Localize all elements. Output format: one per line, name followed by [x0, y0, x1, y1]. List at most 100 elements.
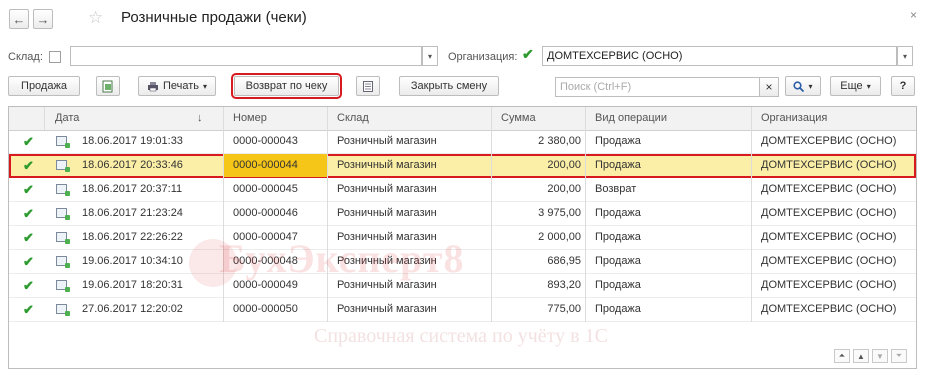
posted-check-icon: ✔ — [23, 230, 34, 245]
cell-date: 18.06.2017 20:37:11 — [82, 183, 183, 195]
table-row[interactable]: ✔ 18.06.2017 21:23:24 0000-000046 Розничный… — [9, 202, 916, 226]
receipts-table[interactable]: Дата ↓ Номер Склад Сумма Вид операции Ор… — [8, 106, 917, 369]
receipt-document-icon — [56, 208, 70, 220]
cell-sum: 200,00 — [547, 159, 581, 171]
search-input[interactable]: Поиск (Ctrl+F) — [555, 77, 761, 97]
cell-date: 18.06.2017 21:23:24 — [82, 207, 183, 219]
receipt-document-icon — [56, 280, 70, 292]
posted-check-icon: ✔ — [23, 158, 34, 173]
copy-document-icon — [102, 80, 113, 92]
sale-button[interactable]: Продажа — [8, 76, 80, 96]
back-button[interactable]: ← — [9, 9, 29, 29]
column-header-date[interactable]: Дата — [55, 107, 79, 130]
org-checkbox[interactable]: ✔ — [522, 47, 536, 61]
close-shift-button[interactable]: Закрыть смену — [399, 76, 499, 96]
column-divider — [751, 130, 752, 322]
cell-date: 18.06.2017 20:33:46 — [82, 159, 183, 171]
scroll-bottom-icon: ⏷ — [895, 351, 903, 360]
cell-date: 18.06.2017 19:01:33 — [82, 135, 183, 147]
receipt-document-icon — [56, 304, 70, 316]
warehouse-field[interactable] — [70, 46, 422, 66]
column-divider — [327, 130, 328, 322]
close-shift-label: Закрыть смену — [410, 80, 488, 92]
cell-organization: ДОМТЕХСЕРВИС (ОСНО) — [761, 255, 897, 267]
cell-operation: Продажа — [595, 279, 641, 291]
column-divider — [223, 130, 224, 322]
cell-organization: ДОМТЕХСЕРВИС (ОСНО) — [761, 231, 897, 243]
scroll-last-button[interactable]: ⏷ — [891, 349, 907, 363]
scroll-first-button[interactable]: ⏶ — [834, 349, 850, 363]
cell-number: 0000-000049 — [233, 279, 298, 291]
copy-button[interactable] — [96, 76, 120, 96]
chevron-down-icon: ▾ — [427, 51, 432, 61]
cell-organization: ДОМТЕХСЕРВИС (ОСНО) — [761, 135, 897, 147]
printer-icon — [147, 81, 158, 91]
cell-warehouse: Розничный магазин — [337, 159, 437, 171]
warehouse-dropdown-button[interactable]: ▾ — [422, 46, 438, 66]
close-icon[interactable]: × — [910, 8, 917, 22]
table-row[interactable]: ✔ 18.06.2017 22:26:22 0000-000047 Розничный… — [9, 226, 916, 250]
print-button-label: Печать — [162, 80, 200, 92]
cell-operation: Продажа — [595, 159, 641, 171]
receipt-document-icon — [56, 232, 70, 244]
table-row[interactable]: ✔ 18.06.2017 20:33:46 0000-000044 Розничный… — [9, 154, 916, 178]
column-divider — [491, 107, 492, 130]
search-options-button[interactable]: ▾ — [785, 76, 821, 96]
org-field[interactable]: ДОМТЕХСЕРВИС (ОСНО) — [542, 46, 897, 66]
checkmark-icon: ✔ — [522, 46, 534, 62]
cell-number: 0000-000047 — [233, 231, 298, 243]
posted-check-icon: ✔ — [23, 182, 34, 197]
table-row[interactable]: ✔ 27.06.2017 12:20:02 0000-000050 Розничный… — [9, 298, 916, 322]
sale-button-label: Продажа — [21, 80, 67, 92]
page-title: Розничные продажи (чеки) — [121, 9, 307, 26]
sort-descending-icon: ↓ — [197, 112, 203, 124]
column-header-operation[interactable]: Вид операции — [595, 107, 667, 130]
favorite-star-icon[interactable]: ☆ — [88, 8, 103, 28]
return-by-receipt-button[interactable]: Возврат по чеку — [231, 73, 342, 99]
receipt-document-icon — [56, 160, 70, 172]
arrow-down-icon: ▼ — [876, 351, 884, 361]
arrow-right-icon: → — [36, 11, 50, 27]
column-header-number[interactable]: Номер — [233, 107, 267, 130]
table-row[interactable]: ✔ 19.06.2017 18:20:31 0000-000049 Розничный… — [9, 274, 916, 298]
cell-sum: 893,20 — [547, 279, 581, 291]
table-row[interactable]: ✔ 18.06.2017 20:37:11 0000-000045 Розничный… — [9, 178, 916, 202]
column-divider — [327, 107, 328, 130]
cell-warehouse: Розничный магазин — [337, 231, 437, 243]
cell-operation: Продажа — [595, 207, 641, 219]
scroll-up-button[interactable]: ▲ — [853, 349, 869, 363]
cell-sum: 200,00 — [547, 183, 581, 195]
help-button[interactable]: ? — [891, 76, 915, 96]
table-row[interactable]: ✔ 18.06.2017 19:01:33 0000-000043 Розничный… — [9, 130, 916, 154]
cell-operation: Возврат — [595, 183, 637, 195]
cell-operation: Продажа — [595, 255, 641, 267]
scroll-down-button[interactable]: ▼ — [872, 349, 888, 363]
column-header-sum[interactable]: Сумма — [501, 107, 536, 130]
column-divider — [751, 107, 752, 130]
report-document-icon — [363, 80, 373, 92]
clear-search-button[interactable]: × — [759, 77, 779, 97]
more-button-label: Еще — [840, 80, 863, 92]
cell-number: 0000-000045 — [233, 183, 298, 195]
cell-organization: ДОМТЕХСЕРВИС (ОСНО) — [761, 303, 897, 315]
table-row[interactable]: ✔ 19.06.2017 10:34:10 0000-000048 Розничный… — [9, 250, 916, 274]
forward-button[interactable]: → — [33, 9, 53, 29]
posted-check-icon: ✔ — [23, 206, 34, 221]
pager: ⏶ ▲ ▼ ⏷ — [834, 349, 907, 363]
report-button[interactable] — [356, 76, 380, 96]
print-button[interactable]: Печать ▾ — [138, 76, 216, 96]
column-header-warehouse[interactable]: Склад — [337, 107, 369, 130]
cell-date: 18.06.2017 22:26:22 — [82, 231, 183, 243]
more-button[interactable]: Еще ▾ — [830, 76, 881, 96]
table-header: Дата ↓ Номер Склад Сумма Вид операции Ор… — [9, 107, 916, 131]
cell-organization: ДОМТЕХСЕРВИС (ОСНО) — [761, 279, 897, 291]
chevron-down-icon: ▾ — [902, 51, 907, 61]
chevron-down-icon: ▾ — [808, 81, 813, 91]
posted-check-icon: ✔ — [23, 134, 34, 149]
column-header-organization[interactable]: Организация — [761, 107, 827, 130]
warehouse-checkbox[interactable] — [49, 51, 61, 63]
org-dropdown-button[interactable]: ▾ — [897, 46, 913, 66]
org-label: Организация: — [448, 51, 518, 63]
receipt-document-icon — [56, 136, 70, 148]
posted-check-icon: ✔ — [23, 278, 34, 293]
